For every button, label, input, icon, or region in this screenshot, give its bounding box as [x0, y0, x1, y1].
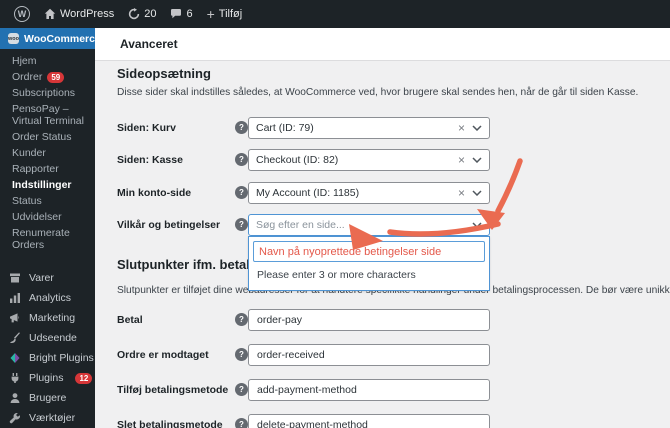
sidebar-item-hjem[interactable]: Hjem — [12, 55, 95, 67]
chevron-down-icon — [472, 222, 482, 228]
wrench-icon — [9, 412, 22, 425]
comments-indicator[interactable]: 6 — [163, 0, 199, 28]
my-account-page-select[interactable]: My Account (ID: 1185) × — [248, 182, 490, 204]
clear-icon[interactable]: × — [458, 153, 465, 167]
dropdown-message: Please enter 3 or more characters — [257, 269, 416, 281]
updates-indicator[interactable]: 20 — [121, 0, 163, 28]
sidebar-item-woocommerce[interactable]: woo WooCommerce — [0, 28, 95, 49]
admin-bar: W WordPress 20 6 + Tilføj — [0, 0, 670, 28]
cart-page-select[interactable]: Cart (ID: 79) × — [248, 117, 490, 139]
help-icon[interactable]: ? — [235, 186, 248, 199]
home-icon — [44, 8, 56, 19]
woocommerce-label: WooCommerce — [24, 32, 95, 45]
plugins-count-badge: 12 — [75, 372, 93, 384]
comment-count: 6 — [186, 8, 193, 20]
sidebar-item-plugins[interactable]: Plugins 12 — [0, 368, 95, 388]
section-title-page-setup: Sideopsætning — [117, 66, 211, 81]
sidebar-item-bright-plugins[interactable]: Bright Plugins — [0, 348, 95, 368]
help-icon[interactable]: ? — [235, 121, 248, 134]
sidebar-item-status[interactable]: Status — [12, 195, 95, 207]
chevron-down-icon — [472, 157, 482, 163]
help-icon[interactable]: ? — [235, 348, 248, 361]
sidebar-item-kunder[interactable]: Kunder — [12, 147, 95, 159]
user-icon — [9, 392, 22, 405]
main-menu: Varer Analytics Marketing Udseende Brigh… — [0, 268, 95, 428]
field-label-checkout-page: Siden: Kasse — [117, 154, 183, 166]
chevron-down-icon — [472, 125, 482, 131]
section-title-endpoints: Slutpunkter ifm. betaling — [117, 257, 270, 272]
sidebar-item-marketing[interactable]: Marketing — [0, 308, 95, 328]
settings-content: Sideopsætning Disse sider skal indstille… — [95, 61, 670, 428]
field-label-order-received: Ordre er modtaget — [117, 349, 209, 361]
field-label-add-payment-method: Tilføj betalingsmetode — [117, 384, 229, 396]
sidebar-item-udseende[interactable]: Udseende — [0, 328, 95, 348]
terms-page-select[interactable]: Søg efter en side... — [248, 214, 490, 236]
add-payment-method-endpoint-input[interactable] — [248, 379, 490, 401]
site-name: WordPress — [60, 8, 115, 20]
sidebar-item-varer[interactable]: Varer — [0, 268, 95, 288]
bright-plugins-icon — [9, 352, 22, 365]
sidebar-item-analytics[interactable]: Analytics — [0, 288, 95, 308]
chart-bar-icon — [9, 292, 22, 305]
settings-tab-bar: Avanceret — [95, 28, 670, 61]
woocommerce-logo-icon: woo — [8, 33, 19, 44]
sidebar-item-ordrer[interactable]: Ordrer 59 — [12, 71, 95, 83]
help-icon[interactable]: ? — [235, 383, 248, 396]
tab-avanceret[interactable]: Avanceret — [120, 37, 178, 51]
comment-icon — [171, 9, 182, 19]
orders-count-badge: 59 — [47, 71, 65, 83]
admin-sidebar: woo WooCommerce Hjem Ordrer 59 Subscripti… — [0, 28, 95, 428]
chevron-down-icon — [472, 190, 482, 196]
paintbrush-icon — [9, 332, 22, 345]
field-label-delete-payment-method: Slet betalingsmetode — [117, 419, 223, 428]
clear-icon[interactable]: × — [458, 121, 465, 135]
delete-payment-method-endpoint-input[interactable] — [248, 414, 490, 428]
update-count: 20 — [144, 8, 157, 20]
site-link[interactable]: WordPress — [37, 0, 121, 28]
sidebar-item-udvidelser[interactable]: Udvidelser — [12, 211, 95, 223]
wordpress-logo-icon: W — [14, 6, 30, 22]
field-label-pay: Betal — [117, 314, 143, 326]
sidebar-item-rapporter[interactable]: Rapporter — [12, 163, 95, 175]
pay-endpoint-input[interactable] — [248, 309, 490, 331]
plug-icon — [9, 372, 22, 385]
sidebar-item-pensopay[interactable]: PensoPay – Virtual Terminal — [12, 103, 95, 127]
plus-icon: + — [206, 6, 215, 22]
sidebar-item-subscriptions[interactable]: Subscriptions — [12, 87, 95, 99]
woocommerce-submenu: Hjem Ordrer 59 Subscriptions PensoPay – V… — [0, 49, 95, 259]
help-icon[interactable]: ? — [235, 218, 248, 231]
new-label: Tilføj — [218, 8, 243, 20]
wp-logo-menu[interactable]: W — [7, 0, 37, 28]
field-label-my-account-page: Min konto-side — [117, 187, 192, 199]
help-icon[interactable]: ? — [235, 313, 248, 326]
sidebar-item-brugere[interactable]: Brugere — [0, 388, 95, 408]
clear-icon[interactable]: × — [458, 186, 465, 200]
help-icon[interactable]: ? — [235, 153, 248, 166]
update-icon — [129, 8, 140, 20]
field-label-terms-page: Vilkår og betingelser — [117, 219, 221, 231]
box-icon — [9, 272, 22, 285]
new-content-menu[interactable]: + Tilføj — [200, 0, 250, 28]
sidebar-item-order-status[interactable]: Order Status — [12, 131, 95, 143]
help-icon[interactable]: ? — [235, 418, 248, 428]
checkout-page-select[interactable]: Checkout (ID: 82) × — [248, 149, 490, 171]
sidebar-item-vaerktoejer[interactable]: Værktøjer — [0, 408, 95, 428]
sidebar-item-indstillinger[interactable]: Indstillinger — [12, 179, 95, 191]
order-received-endpoint-input[interactable] — [248, 344, 490, 366]
page-setup-description: Disse sider skal indstilles således, at … — [117, 87, 639, 98]
megaphone-icon — [9, 312, 22, 325]
terms-search-input[interactable] — [253, 241, 485, 262]
terms-select-dropdown: Please enter 3 or more characters — [248, 236, 490, 291]
field-label-cart-page: Siden: Kurv — [117, 122, 176, 134]
sidebar-item-renumerate-orders[interactable]: Renumerate Orders — [12, 227, 95, 251]
